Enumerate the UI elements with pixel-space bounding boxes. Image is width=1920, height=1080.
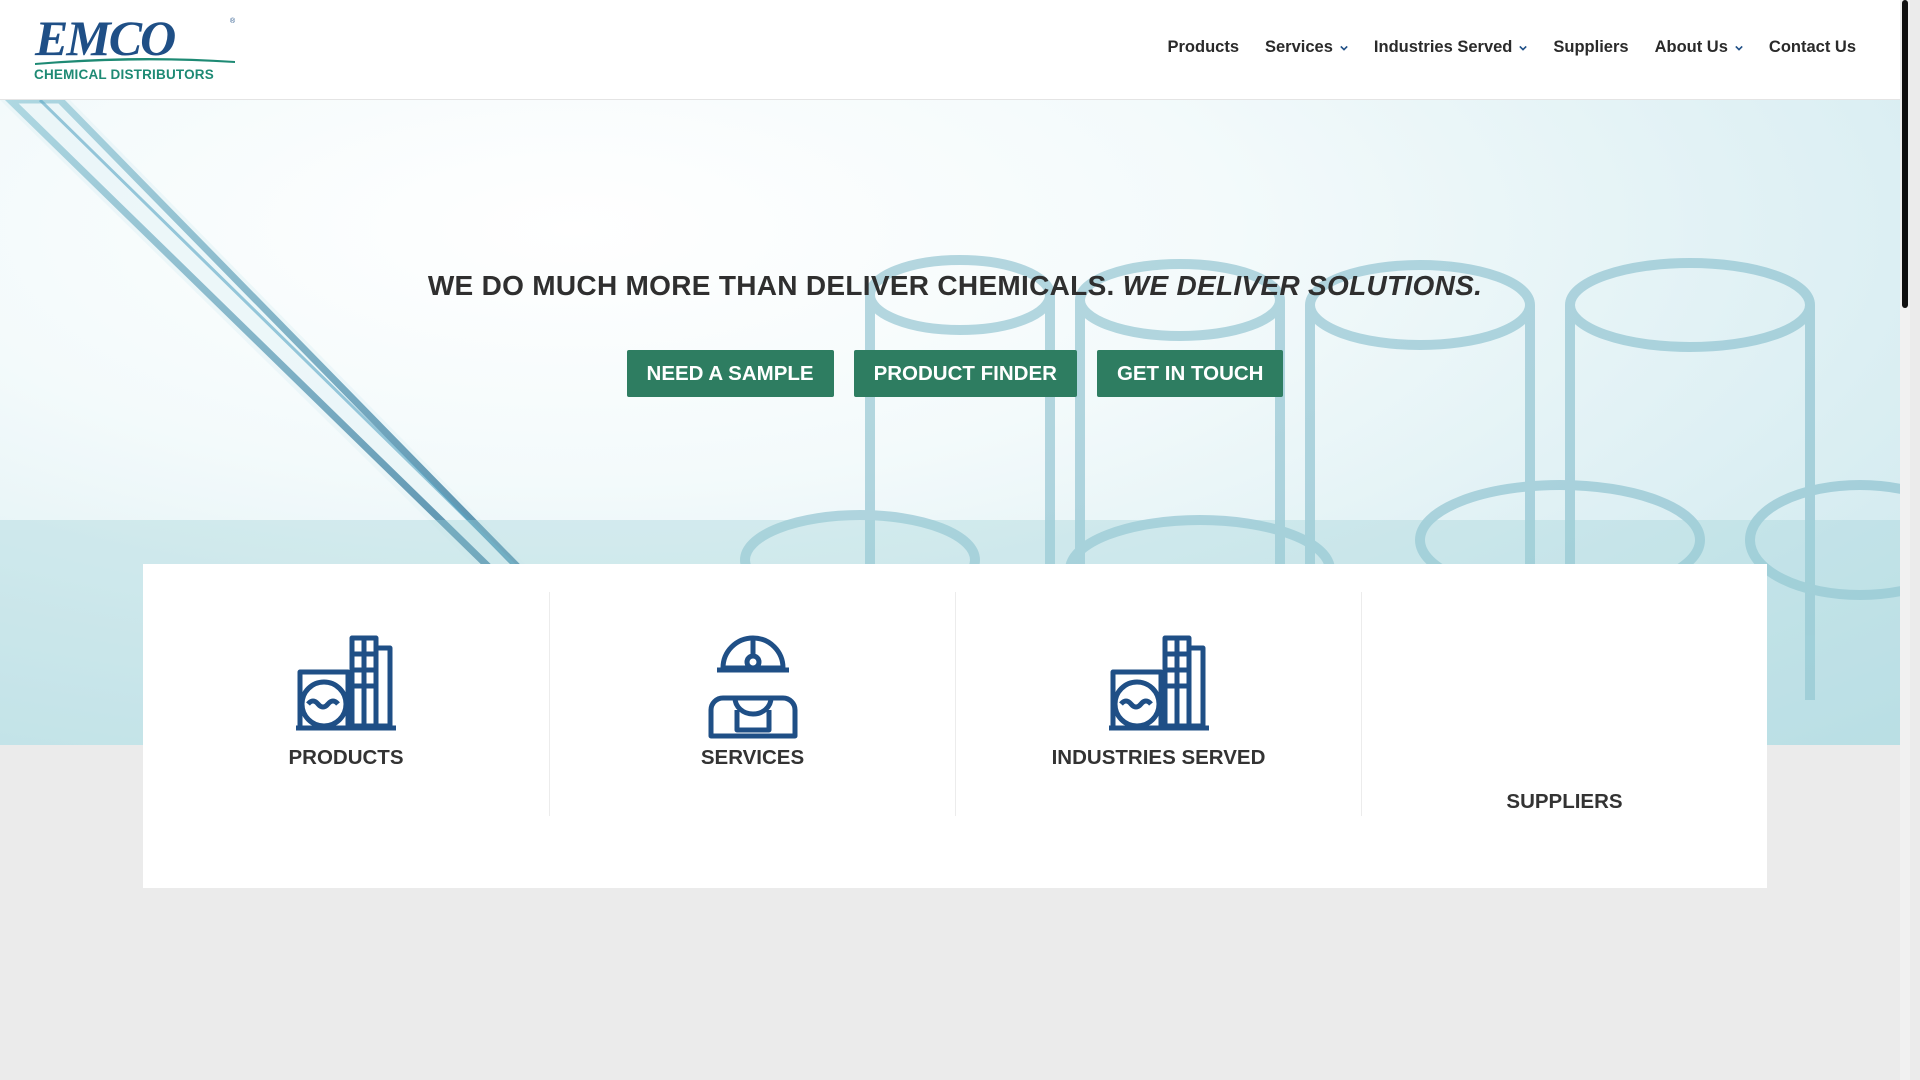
get-in-touch-button[interactable]: GET IN TOUCH — [1096, 350, 1284, 397]
nav-services[interactable]: Services — [1265, 38, 1348, 57]
page-scrollbar[interactable] — [1900, 0, 1910, 1080]
card-products[interactable]: PRODUCTS — [143, 592, 549, 816]
card-label: PRODUCTS — [288, 746, 404, 769]
card-label: SUPPLIERS — [1506, 790, 1623, 813]
nav-products[interactable]: Products — [1167, 38, 1239, 57]
nav-label: Industries Served — [1373, 38, 1513, 56]
hero-cta-row: NEED A SAMPLE PRODUCT FINDER GET IN TOUC… — [0, 350, 1910, 397]
feature-cards: PRODUCTS SERVICES INDUSTRIES SERVED SUPP… — [143, 564, 1767, 888]
nav-label: Services — [1265, 38, 1333, 56]
chemical-plant-icon — [1108, 635, 1209, 731]
nav-label: Products — [1167, 38, 1239, 56]
worker-hardhat-icon — [708, 635, 797, 739]
hero-headline: WE DO MUCH MORE THAN DELIVER CHEMICALS. … — [0, 270, 1910, 302]
need-a-sample-button[interactable]: NEED A SAMPLE — [626, 350, 834, 397]
emco-logo[interactable]: EMCO ® CHEMICAL DISTRIBUTORS — [33, 10, 236, 84]
scrollbar-thumb[interactable] — [1902, 0, 1908, 308]
chemical-plant-icon — [296, 635, 396, 731]
main-nav: Products Services Industries Served Supp… — [1141, 38, 1856, 57]
nav-industries-served[interactable]: Industries Served — [1373, 38, 1528, 57]
nav-contact-us[interactable]: Contact Us — [1769, 38, 1856, 57]
logo-wordmark: EMCO — [35, 10, 176, 66]
logo-subtitle: CHEMICAL DISTRIBUTORS — [34, 67, 214, 82]
chevron-down-icon — [1340, 45, 1348, 51]
logo-swoosh-icon — [35, 57, 235, 65]
card-industries-served[interactable]: INDUSTRIES SERVED — [955, 592, 1361, 816]
registered-mark: ® — [230, 18, 236, 25]
hero-headline-main: WE DO MUCH MORE THAN DELIVER CHEMICALS. — [427, 270, 1115, 301]
product-finder-button[interactable]: PRODUCT FINDER — [853, 350, 1077, 397]
hero-headline-emphasis: WE DELIVER SOLUTIONS. — [1122, 270, 1483, 301]
nav-label: Contact Us — [1768, 38, 1856, 56]
nav-label: Suppliers — [1553, 38, 1629, 56]
card-suppliers[interactable]: SUPPLIERS — [1361, 592, 1767, 816]
chevron-down-icon — [1735, 45, 1743, 51]
nav-label: About Us — [1654, 38, 1728, 56]
nav-about-us[interactable]: About Us — [1655, 38, 1743, 57]
card-services[interactable]: SERVICES — [549, 592, 955, 816]
site-header: EMCO ® CHEMICAL DISTRIBUTORS Products Se… — [0, 0, 1910, 100]
card-label: INDUSTRIES SERVED — [1051, 746, 1266, 769]
nav-suppliers[interactable]: Suppliers — [1553, 38, 1628, 57]
page: EMCO ® CHEMICAL DISTRIBUTORS Products Se… — [0, 0, 1910, 1080]
card-label: SERVICES — [700, 746, 805, 769]
chevron-down-icon — [1519, 45, 1528, 51]
